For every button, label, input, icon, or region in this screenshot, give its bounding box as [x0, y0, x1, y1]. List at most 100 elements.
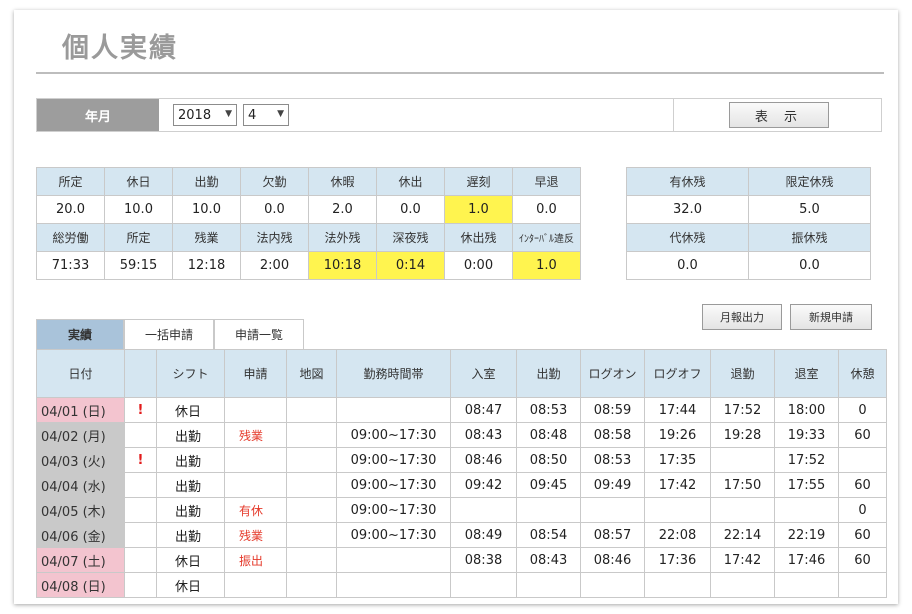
tab-bulk-request[interactable]: 一括申請	[124, 319, 214, 349]
date-cell[interactable]: 04/05 (木)	[36, 497, 125, 523]
attendance-summary-table: 所定 休日 出勤 欠勤 休暇 休出 遅刻 早退 20.0 10.0 10.0 0…	[36, 167, 581, 280]
request-cell[interactable]: 振出	[224, 547, 287, 573]
date-cell[interactable]: 04/07 (土)	[36, 547, 125, 573]
map-cell[interactable]	[286, 447, 337, 473]
date-cell[interactable]: 04/03 (火)	[36, 447, 125, 473]
logoff-cell	[644, 497, 711, 523]
request-cell[interactable]: 残業	[224, 422, 287, 448]
column-header-break[interactable]: 休憩	[838, 349, 887, 398]
room-out-cell: 17:46	[774, 547, 839, 573]
break-cell: 0	[838, 497, 887, 523]
column-header-clock-out[interactable]: 退勤	[710, 349, 775, 398]
column-header-room-out[interactable]: 退室	[774, 349, 839, 398]
summary-value-highlighted: 10:18	[308, 251, 377, 280]
map-cell[interactable]	[286, 572, 337, 598]
column-header-logoff[interactable]: ログオフ	[644, 349, 711, 398]
room-out-cell: 18:00	[774, 397, 839, 423]
date-cell[interactable]: 04/06 (金)	[36, 522, 125, 548]
summary-value: 0.0	[512, 195, 581, 224]
tab-results[interactable]: 実績	[36, 319, 124, 349]
logoff-cell: 17:42	[644, 472, 711, 498]
map-cell[interactable]	[286, 472, 337, 498]
date-cell[interactable]: 04/01 (日)	[36, 397, 125, 423]
request-cell[interactable]	[224, 472, 287, 498]
table-row[interactable]: 04/06 (金) 出勤 残業 09:00~17:30 08:49 08:54 …	[36, 522, 887, 548]
request-cell[interactable]	[224, 572, 287, 598]
date-cell[interactable]: 04/08 (日)	[36, 572, 125, 598]
break-cell: 60	[838, 547, 887, 573]
table-row[interactable]: 04/04 (水) 出勤 09:00~17:30 09:42 09:45 09:…	[36, 472, 887, 498]
summary-value: 0.0	[376, 195, 445, 224]
request-cell[interactable]	[224, 447, 287, 473]
summary-header: 早退	[512, 167, 581, 196]
room-in-cell: 09:42	[450, 472, 517, 498]
column-header-clock-in[interactable]: 出勤	[516, 349, 581, 398]
leave-header-row-1: 有休残 限定休残	[626, 167, 871, 196]
date-cell[interactable]: 04/02 (月)	[36, 422, 125, 448]
table-row[interactable]: 04/01 (日) ! 休日 08:47 08:53 08:59 17:44 1…	[36, 397, 887, 423]
work-hours-cell	[336, 547, 451, 573]
map-cell[interactable]	[286, 522, 337, 548]
column-header-logon[interactable]: ログオン	[580, 349, 645, 398]
alert-icon[interactable]	[124, 572, 157, 598]
summary-header: 休出	[376, 167, 445, 196]
clock-in-cell: 08:53	[516, 397, 581, 423]
room-in-cell: 08:47	[450, 397, 517, 423]
logoff-cell	[644, 572, 711, 598]
summary-value: 0.0	[240, 195, 309, 224]
clock-out-cell: 17:50	[710, 472, 775, 498]
request-cell[interactable]: 有休	[224, 497, 287, 523]
column-header-date[interactable]: 日付	[36, 349, 125, 398]
column-header-map[interactable]: 地図	[286, 349, 337, 398]
summary-header: 出勤	[172, 167, 241, 196]
summary-header: 残業	[172, 223, 241, 252]
summary-value: 20.0	[36, 195, 105, 224]
clock-out-cell: 22:14	[710, 522, 775, 548]
summary-value-row-2: 71:33 59:15 12:18 2:00 10:18 0:14 0:00 1…	[36, 251, 581, 280]
table-row[interactable]: 04/08 (日) 休日	[36, 572, 887, 598]
logon-cell	[580, 497, 645, 523]
alert-icon[interactable]	[124, 497, 157, 523]
logon-cell	[580, 572, 645, 598]
logoff-cell: 17:35	[644, 447, 711, 473]
clock-in-cell: 09:45	[516, 472, 581, 498]
alert-icon[interactable]: !	[124, 447, 157, 473]
map-cell[interactable]	[286, 497, 337, 523]
show-button[interactable]: 表 示	[729, 102, 829, 128]
chevron-down-icon: ▼	[277, 109, 284, 119]
clock-in-cell: 08:54	[516, 522, 581, 548]
date-cell[interactable]: 04/04 (水)	[36, 472, 125, 498]
table-row[interactable]: 04/03 (火) ! 出勤 09:00~17:30 08:46 08:50 0…	[36, 447, 887, 473]
shift-cell: 出勤	[156, 447, 225, 473]
column-header-request[interactable]: 申請	[224, 349, 287, 398]
shift-cell: 休日	[156, 572, 225, 598]
column-header-work-hours[interactable]: 勤務時間帯	[336, 349, 451, 398]
summary-header-row-2: 総労働 所定 残業 法内残 法外残 深夜残 休出残 ｲﾝﾀｰﾊﾞﾙ違反	[36, 223, 581, 252]
logoff-cell: 17:44	[644, 397, 711, 423]
alert-icon[interactable]	[124, 422, 157, 448]
summary-header: 休日	[104, 167, 173, 196]
request-cell[interactable]: 残業	[224, 522, 287, 548]
alert-icon[interactable]	[124, 547, 157, 573]
alert-icon[interactable]: !	[124, 397, 157, 423]
table-row[interactable]: 04/05 (木) 出勤 有休 09:00~17:30 0	[36, 497, 887, 523]
map-cell[interactable]	[286, 547, 337, 573]
month-select[interactable]: 4 ▼	[243, 104, 289, 126]
tab-request-list[interactable]: 申請一覧	[214, 319, 304, 349]
column-header-shift[interactable]: シフト	[156, 349, 225, 398]
alert-icon[interactable]	[124, 522, 157, 548]
new-request-button[interactable]: 新規申請	[790, 304, 872, 330]
monthly-report-button[interactable]: 月報出力	[702, 304, 782, 330]
table-row[interactable]: 04/07 (土) 休日 振出 08:38 08:43 08:46 17:36 …	[36, 547, 887, 573]
request-cell[interactable]	[224, 397, 287, 423]
leave-header-row-2: 代休残 振休残	[626, 223, 871, 252]
column-header-room-in[interactable]: 入室	[450, 349, 517, 398]
table-row[interactable]: 04/02 (月) 出勤 残業 09:00~17:30 08:43 08:48 …	[36, 422, 887, 448]
year-select[interactable]: 2018 ▼	[173, 104, 237, 126]
alert-icon[interactable]	[124, 472, 157, 498]
room-in-cell: 08:43	[450, 422, 517, 448]
map-cell[interactable]	[286, 422, 337, 448]
map-cell[interactable]	[286, 397, 337, 423]
tab-bar: 実績 一括申請 申請一覧	[36, 319, 304, 349]
shift-cell: 出勤	[156, 522, 225, 548]
